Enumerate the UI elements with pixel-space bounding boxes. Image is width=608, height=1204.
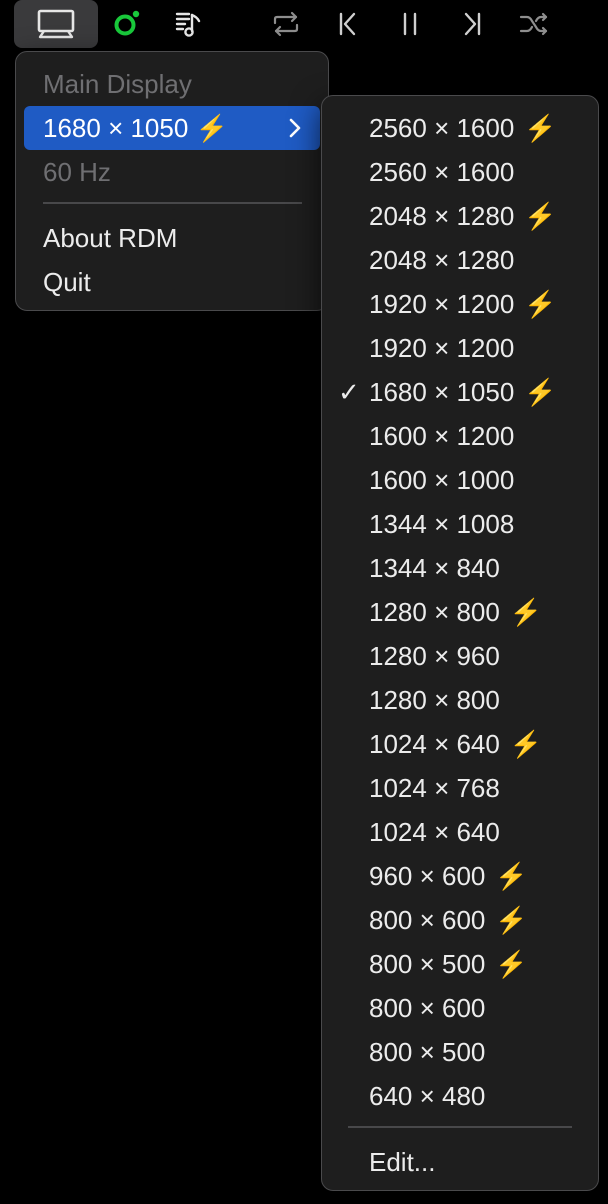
resolution-label-wrap: 2048 × 1280 ⚡ [369,201,557,232]
resolution-label: 800 × 600 [369,992,486,1023]
resolution-label: 1280 × 800 [369,596,500,627]
resolution-label-wrap: 960 × 600 ⚡ [369,861,528,892]
hidpi-bolt-icon: ⚡ [495,948,528,979]
resolution-label: 1024 × 640 [369,816,500,847]
resolution-label-wrap: 2560 × 1600 ⚡ [369,113,557,144]
resolution-item[interactable]: 2048 × 1280 [330,238,590,282]
resolution-label: 960 × 600 [369,860,486,891]
resolution-item[interactable]: 1024 × 640 [330,810,590,854]
previous-track-button[interactable] [330,0,366,48]
pause-button[interactable] [392,0,428,48]
resolution-label: 1280 × 800 [369,684,500,715]
hidpi-bolt-icon: ⚡ [509,596,543,627]
edit-label: Edit... [369,1146,436,1177]
resolution-label-wrap: 1680 × 1050 ⚡ [369,377,557,408]
resolution-item[interactable]: 1024 × 768 [330,766,590,810]
shuffle-button[interactable] [514,0,554,48]
resolution-item[interactable]: 640 × 480 [330,1074,590,1118]
resolution-item[interactable]: 2560 × 1600 ⚡ [330,106,590,150]
resolution-label: 800 × 500 [369,1036,486,1067]
about-rdm-label: About RDM [43,222,178,253]
menu-divider [43,202,302,204]
hidpi-bolt-icon: ⚡ [495,860,528,891]
resolution-item[interactable]: ✓ 1680 × 1050 ⚡ [330,370,590,414]
resolution-item[interactable]: 800 × 600 ⚡ [330,898,590,942]
repeat-icon [270,9,302,39]
resolution-item[interactable]: 1920 × 1200 ⚡ [330,282,590,326]
circle-record-icon [111,9,141,39]
resolution-item[interactable]: 2048 × 1280 ⚡ [330,194,590,238]
resolution-label: 1600 × 1200 [369,420,515,451]
resolution-item[interactable]: 1600 × 1000 [330,458,590,502]
resolution-label: 2560 × 1600 [369,156,515,187]
current-resolution-label: 1680 × 1050 ⚡ [43,112,228,143]
resolution-label-wrap: 800 × 500 ⚡ [369,949,528,980]
main-display-menu: Main Display 1680 × 1050 ⚡ 60 Hz About R… [15,51,329,311]
edit-item[interactable]: Edit... [330,1140,590,1184]
resolution-item[interactable]: 1024 × 640 ⚡ [330,722,590,766]
hidpi-bolt-icon: ⚡ [524,112,557,143]
menu-bar [0,0,608,50]
quit-label: Quit [43,266,91,297]
resolution-label: 800 × 500 [369,948,486,979]
resolution-label: 2560 × 1600 [369,112,515,143]
resolution-item[interactable]: 800 × 500 [330,1030,590,1074]
resolution-label: 2048 × 1280 [369,244,515,275]
resolution-label: 2048 × 1280 [369,200,515,231]
display-icon [36,9,76,39]
resolution-label-wrap: 800 × 600 ⚡ [369,905,528,936]
shuffle-icon [518,9,550,39]
hidpi-bolt-icon: ⚡ [524,200,557,231]
menu-header-label: Main Display [43,68,192,99]
resolution-item[interactable]: 800 × 600 [330,986,590,1030]
resolution-label: 1600 × 1000 [369,464,515,495]
menu-header-main-display: Main Display [24,62,320,106]
music-queue-button[interactable] [170,0,206,48]
record-status-button[interactable] [108,0,144,48]
resolution-item[interactable]: 2560 × 1600 [330,150,590,194]
resolution-item[interactable]: 1280 × 800 [330,678,590,722]
about-rdm-item[interactable]: About RDM [24,216,320,260]
current-resolution-submenu-item[interactable]: 1680 × 1050 ⚡ [24,106,320,150]
resolution-label: 1280 × 960 [369,640,500,671]
resolution-item[interactable]: 1280 × 960 [330,634,590,678]
previous-track-icon [335,9,361,39]
hidpi-bolt-icon: ⚡ [524,288,557,319]
resolution-label: 1024 × 768 [369,772,500,803]
checkmark-icon: ✓ [338,377,360,407]
resolution-label: 1344 × 840 [369,552,500,583]
resolution-label: 1680 × 1050 [369,376,515,407]
resolution-item[interactable]: 960 × 600 ⚡ [330,854,590,898]
chevron-right-icon [288,118,302,138]
resolution-label-wrap: 1280 × 800 ⚡ [369,597,542,628]
resolution-label-wrap: 1920 × 1200 ⚡ [369,289,557,320]
hidpi-bolt-icon: ⚡ [509,728,543,759]
submenu-divider [348,1126,572,1128]
next-track-button[interactable] [454,0,490,48]
repeat-button[interactable] [268,0,304,48]
hidpi-bolt-icon: ⚡ [524,376,557,407]
resolution-item[interactable]: 1344 × 840 [330,546,590,590]
hidpi-bolt-icon: ⚡ [495,904,528,935]
resolution-label-wrap: 1024 × 640 ⚡ [369,729,542,760]
resolution-submenu: 2560 × 1600 ⚡ 2560 × 1600 2048 × 1280 ⚡ 2048 … [321,95,599,1191]
resolution-item[interactable]: 1280 × 800 ⚡ [330,590,590,634]
pause-icon [397,9,423,39]
resolution-label: 1344 × 1008 [369,508,515,539]
resolution-label: 800 × 600 [369,904,486,935]
quit-item[interactable]: Quit [24,260,320,304]
refresh-rate-label: 60 Hz [43,156,111,187]
resolution-item[interactable]: 1344 × 1008 [330,502,590,546]
resolution-item[interactable]: 1920 × 1200 [330,326,590,370]
resolution-label: 1920 × 1200 [369,288,515,319]
refresh-rate-item: 60 Hz [24,150,320,194]
next-track-icon [459,9,485,39]
music-list-icon [173,9,203,39]
resolution-label: 640 × 480 [369,1080,486,1111]
resolution-label: 1920 × 1200 [369,332,515,363]
rdm-menubar-button[interactable] [14,0,98,48]
resolution-label: 1024 × 640 [369,728,500,759]
resolution-item[interactable]: 1600 × 1200 [330,414,590,458]
resolution-item[interactable]: 800 × 500 ⚡ [330,942,590,986]
